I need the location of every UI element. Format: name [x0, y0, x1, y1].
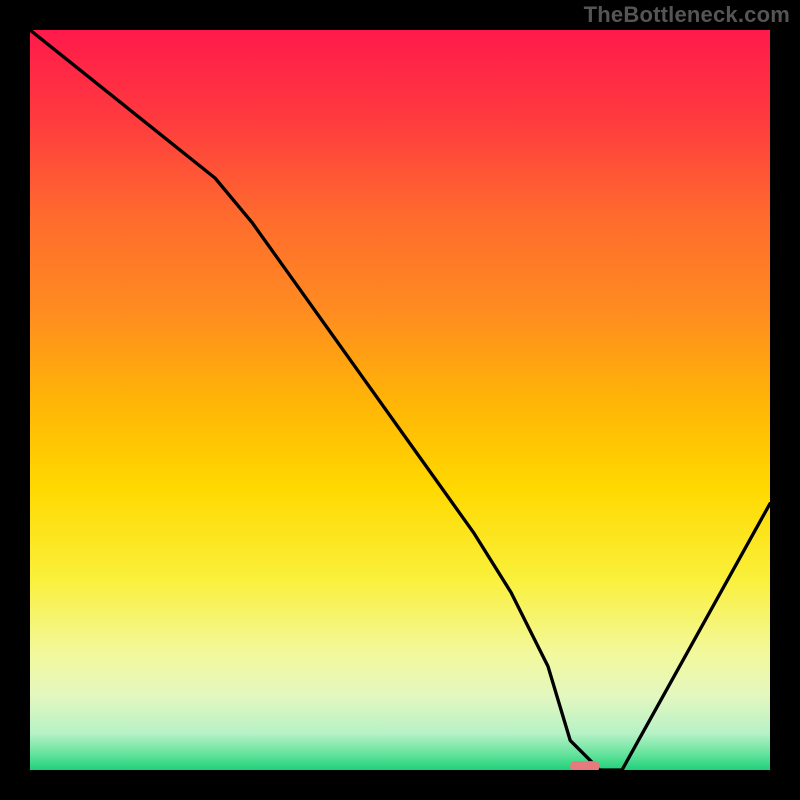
chart-background	[30, 30, 770, 770]
optimal-marker	[570, 761, 600, 770]
bottleneck-chart	[30, 30, 770, 770]
watermark-text: TheBottleneck.com	[584, 2, 790, 28]
